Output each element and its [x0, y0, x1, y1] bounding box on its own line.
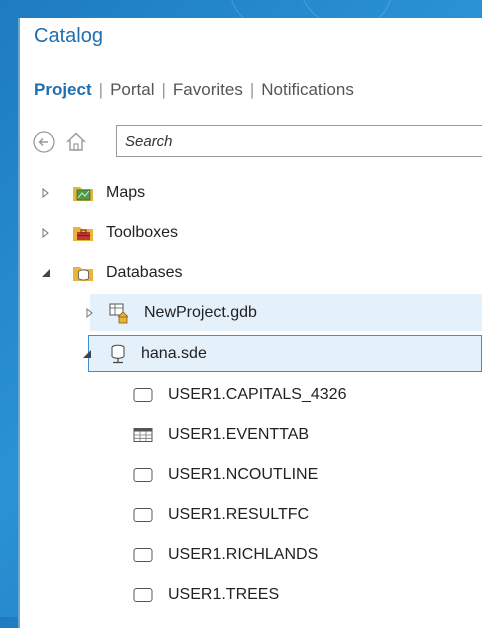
folder-maps-icon	[72, 182, 94, 204]
catalog-pane: Catalog Project | Portal | Favorites | Notific…	[18, 18, 482, 628]
tree-item-databases[interactable]: Databases	[20, 254, 482, 291]
expand-arrow-icon[interactable]	[84, 307, 96, 319]
tree-item-database-connection[interactable]: hana.sde	[83, 335, 482, 372]
tree-item-label: Maps	[106, 183, 146, 201]
list-item[interactable]: USER1.EVENTTAB	[20, 416, 482, 453]
table-icon	[132, 424, 154, 446]
back-button[interactable]	[32, 130, 56, 154]
tree-item-geodatabase[interactable]: NewProject.gdb	[86, 294, 482, 331]
home-button[interactable]	[64, 130, 88, 154]
catalog-tabs: Project | Portal | Favorites | Notifications	[34, 80, 354, 100]
tree-item-label: USER1.NCOUTLINE	[168, 465, 319, 483]
database-connection-icon	[107, 343, 129, 365]
tree-item-label: USER1.RESULTFC	[168, 505, 310, 523]
catalog-toolbar	[32, 125, 482, 159]
tab-separator: |	[249, 80, 255, 99]
tab-project[interactable]: Project	[34, 80, 92, 99]
search-input[interactable]	[116, 125, 482, 157]
feature-class-icon	[132, 464, 154, 486]
tab-favorites[interactable]: Favorites	[173, 80, 243, 99]
folder-databases-icon	[72, 262, 94, 284]
pane-title: Catalog	[34, 25, 103, 47]
expand-arrow-icon[interactable]	[40, 187, 52, 199]
home-icon	[66, 132, 86, 151]
tab-notifications[interactable]: Notifications	[261, 80, 354, 99]
list-item[interactable]: USER1.CAPITALS_4326	[20, 376, 482, 413]
feature-class-icon	[132, 384, 154, 406]
folder-toolbox-icon	[72, 222, 94, 244]
tree-item-label: hana.sde	[141, 344, 207, 362]
list-item[interactable]: USER1.TREES	[20, 576, 482, 613]
list-item[interactable]: USER1.NCOUTLINE	[20, 456, 482, 493]
tree-item-maps[interactable]: Maps	[20, 174, 482, 211]
home-geodatabase-icon	[108, 302, 130, 324]
tree-item-label: USER1.RICHLANDS	[168, 545, 319, 563]
tree-item-label: USER1.EVENTTAB	[168, 425, 310, 443]
list-item[interactable]: USER1.RICHLANDS	[20, 536, 482, 573]
tree-item-label: NewProject.gdb	[144, 303, 257, 321]
list-item[interactable]: USER1.RESULTFC	[20, 496, 482, 533]
expand-arrow-icon[interactable]	[40, 227, 52, 239]
feature-class-icon	[132, 504, 154, 526]
tree-item-label: Databases	[106, 263, 183, 281]
tree-item-label: USER1.CAPITALS_4326	[168, 385, 347, 403]
tree-item-label: USER1.TREES	[168, 585, 280, 603]
collapse-arrow-icon[interactable]	[40, 267, 52, 279]
collapse-arrow-icon[interactable]	[81, 348, 93, 360]
tab-separator: |	[161, 80, 166, 99]
tab-separator: |	[98, 80, 104, 99]
tree-item-toolboxes[interactable]: Toolboxes	[20, 214, 482, 251]
feature-class-icon	[132, 544, 154, 566]
tree-item-label: Toolboxes	[106, 223, 179, 241]
tab-portal[interactable]: Portal	[110, 80, 154, 99]
feature-class-icon	[132, 584, 154, 606]
back-arrow-icon	[33, 131, 55, 153]
